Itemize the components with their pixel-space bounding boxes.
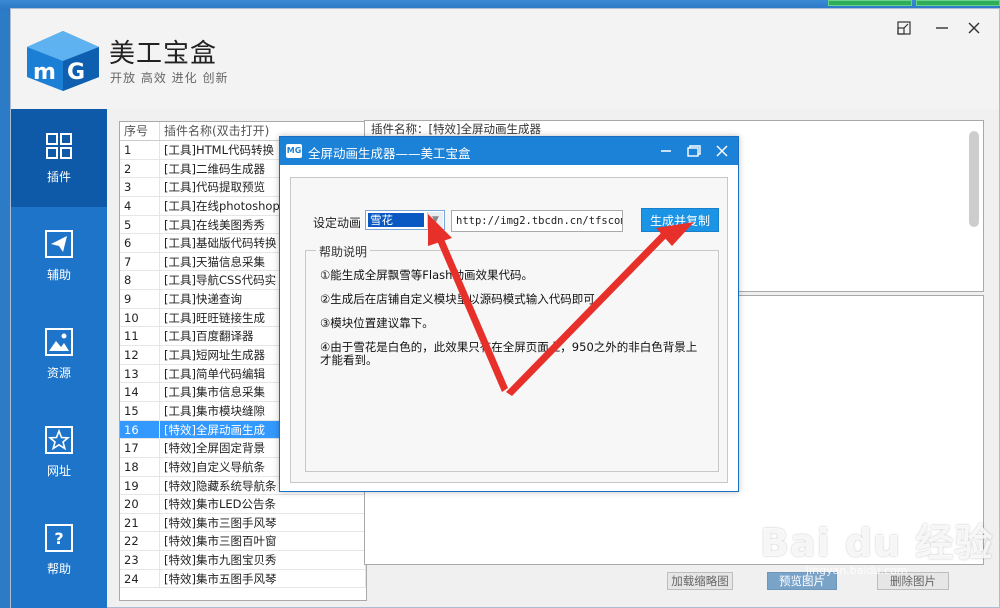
star-icon — [45, 425, 73, 454]
svg-text:m: m — [33, 60, 56, 85]
table-row[interactable]: 23 [特效]集市九图宝贝秀 — [120, 551, 366, 570]
dialog-maximize-button[interactable] — [682, 139, 706, 163]
nav-item-help[interactable]: ? 帮助 — [11, 501, 107, 599]
row-index: 2 — [120, 159, 160, 178]
help-line: ③模块位置建议靠下。 — [320, 316, 434, 330]
desktop-taskbar-buttons — [828, 0, 1000, 6]
nav-item-assist[interactable]: 辅助 — [11, 207, 107, 305]
row-index: 21 — [120, 513, 160, 532]
nav-item-plugins[interactable]: 插件 — [11, 109, 107, 207]
table-row[interactable]: 24 [特效]集市五图手风琴 — [120, 569, 366, 589]
row-index: 18 — [120, 457, 160, 476]
minimize-icon — [661, 150, 671, 152]
app-title: 美工宝盒 — [109, 39, 218, 69]
close-icon — [968, 22, 980, 34]
restore-icon — [897, 21, 911, 35]
row-index: 17 — [120, 439, 160, 457]
row-index: 24 — [120, 569, 160, 588]
nav-item-label: 资源 — [46, 365, 71, 380]
watermark-main: Bai du 经验 — [760, 521, 994, 565]
image-icon — [45, 327, 73, 356]
dialog-title-bar[interactable]: MG 全屏动画生成器——美工宝盒 — [280, 137, 738, 165]
help-line: 才能看到。 — [320, 353, 378, 367]
row-index: 23 — [120, 551, 160, 569]
sidebar-nav: 插件 辅助 资源 网址 ? 帮助 — [11, 109, 107, 608]
column-header-index[interactable]: 序号 — [120, 122, 160, 140]
svg-text:G: G — [67, 60, 85, 85]
help-icon: ? — [45, 523, 73, 552]
maximize-icon — [687, 145, 701, 157]
restore-window-button[interactable] — [893, 17, 915, 39]
chevron-down-icon[interactable]: ▼ — [427, 212, 443, 228]
fullscreen-animation-dialog: MG 全屏动画生成器——美工宝盒 设定动画 雪花 ▼ http://img2.t… — [279, 136, 739, 492]
info-scrollbar[interactable] — [969, 131, 979, 227]
app-subtitle: 开放 高效 进化 创新 — [110, 71, 229, 85]
help-line: ①能生成全屏飘雪等Flash动画效果代码。 — [320, 268, 533, 282]
row-name: [特效]集市九图宝贝秀 — [160, 551, 366, 569]
nav-item-label: 帮助 — [46, 561, 71, 576]
app-header: m G 美工宝盒 开放 高效 进化 创新 — [11, 9, 999, 109]
row-index: 6 — [120, 234, 160, 252]
animation-select[interactable]: 雪花 ▼ — [365, 210, 445, 230]
table-row[interactable]: 20 [特效]集市LED公告条 — [120, 495, 366, 514]
table-row[interactable]: 21 [特效]集市三图手风琴 — [120, 513, 366, 533]
row-index: 7 — [120, 252, 160, 271]
nav-item-label: 插件 — [46, 169, 71, 184]
row-index: 13 — [120, 364, 160, 383]
dialog-close-button[interactable] — [710, 139, 734, 163]
dialog-minimize-button[interactable] — [654, 139, 678, 163]
row-index: 20 — [120, 495, 160, 513]
paper-plane-icon — [45, 229, 73, 258]
row-index: 8 — [120, 271, 160, 290]
app-logo-icon: m G — [27, 31, 99, 91]
row-name: [特效]集市LED公告条 — [160, 495, 366, 513]
row-index: 22 — [120, 532, 160, 551]
row-name: [特效]集市五图手风琴 — [160, 569, 366, 588]
row-index: 5 — [120, 215, 160, 234]
row-index: 12 — [120, 346, 160, 364]
grid-icon — [46, 132, 72, 159]
watermark-sub: jingyan.baidu.com — [806, 564, 908, 577]
help-line: ②生成后在店铺自定义模块里以源码模式输入代码即可。 — [320, 292, 607, 306]
nav-item-websites[interactable]: 网址 — [11, 403, 107, 501]
row-index: 3 — [120, 178, 160, 196]
row-index: 14 — [120, 383, 160, 401]
plugin-info-text: 插件名称：[特效]全屏动画生成器 — [371, 122, 541, 136]
row-index: 9 — [120, 290, 160, 308]
help-groupbox: 帮助说明 ①能生成全屏飘雪等Flash动画效果代码。 ②生成后在店铺自定义模块里… — [305, 243, 719, 472]
load-thumbnail-button[interactable]: 加载缩略图 — [667, 572, 733, 590]
nav-item-label: 网址 — [46, 463, 71, 478]
row-index: 4 — [120, 196, 160, 215]
generate-copy-button[interactable]: 生成并复制 — [641, 208, 719, 232]
row-index: 19 — [120, 476, 160, 495]
row-index: 16 — [120, 420, 160, 439]
baidu-watermark: Bai du 经验 jingyan.baidu.com — [760, 512, 994, 577]
animation-select-value: 雪花 — [368, 213, 424, 227]
nav-item-label: 辅助 — [46, 267, 71, 282]
row-name: [特效]集市三图百叶窗 — [160, 532, 366, 551]
row-index: 15 — [120, 401, 160, 420]
minimize-icon — [936, 27, 948, 29]
dialog-app-icon: MG — [286, 144, 302, 158]
close-window-button[interactable] — [963, 17, 985, 39]
minimize-window-button[interactable] — [931, 17, 953, 39]
nav-item-resources[interactable]: 资源 — [11, 305, 107, 403]
close-icon — [716, 145, 728, 157]
svg-text:?: ? — [54, 529, 63, 548]
help-legend: 帮助说明 — [316, 243, 371, 260]
table-row[interactable]: 22 [特效]集市三图百叶窗 — [120, 532, 366, 552]
row-name: [特效]集市三图手风琴 — [160, 513, 366, 532]
row-index: 10 — [120, 308, 160, 327]
row-index: 11 — [120, 327, 160, 346]
dialog-body: 设定动画 雪花 ▼ http://img2.tbcdn.cn/tfscom/T … — [290, 177, 728, 483]
url-input[interactable]: http://img2.tbcdn.cn/tfscom/T — [451, 210, 623, 232]
row-index: 1 — [120, 141, 160, 159]
dialog-title: 全屏动画生成器——美工宝盒 — [308, 146, 471, 161]
animation-label: 设定动画 — [313, 216, 362, 230]
